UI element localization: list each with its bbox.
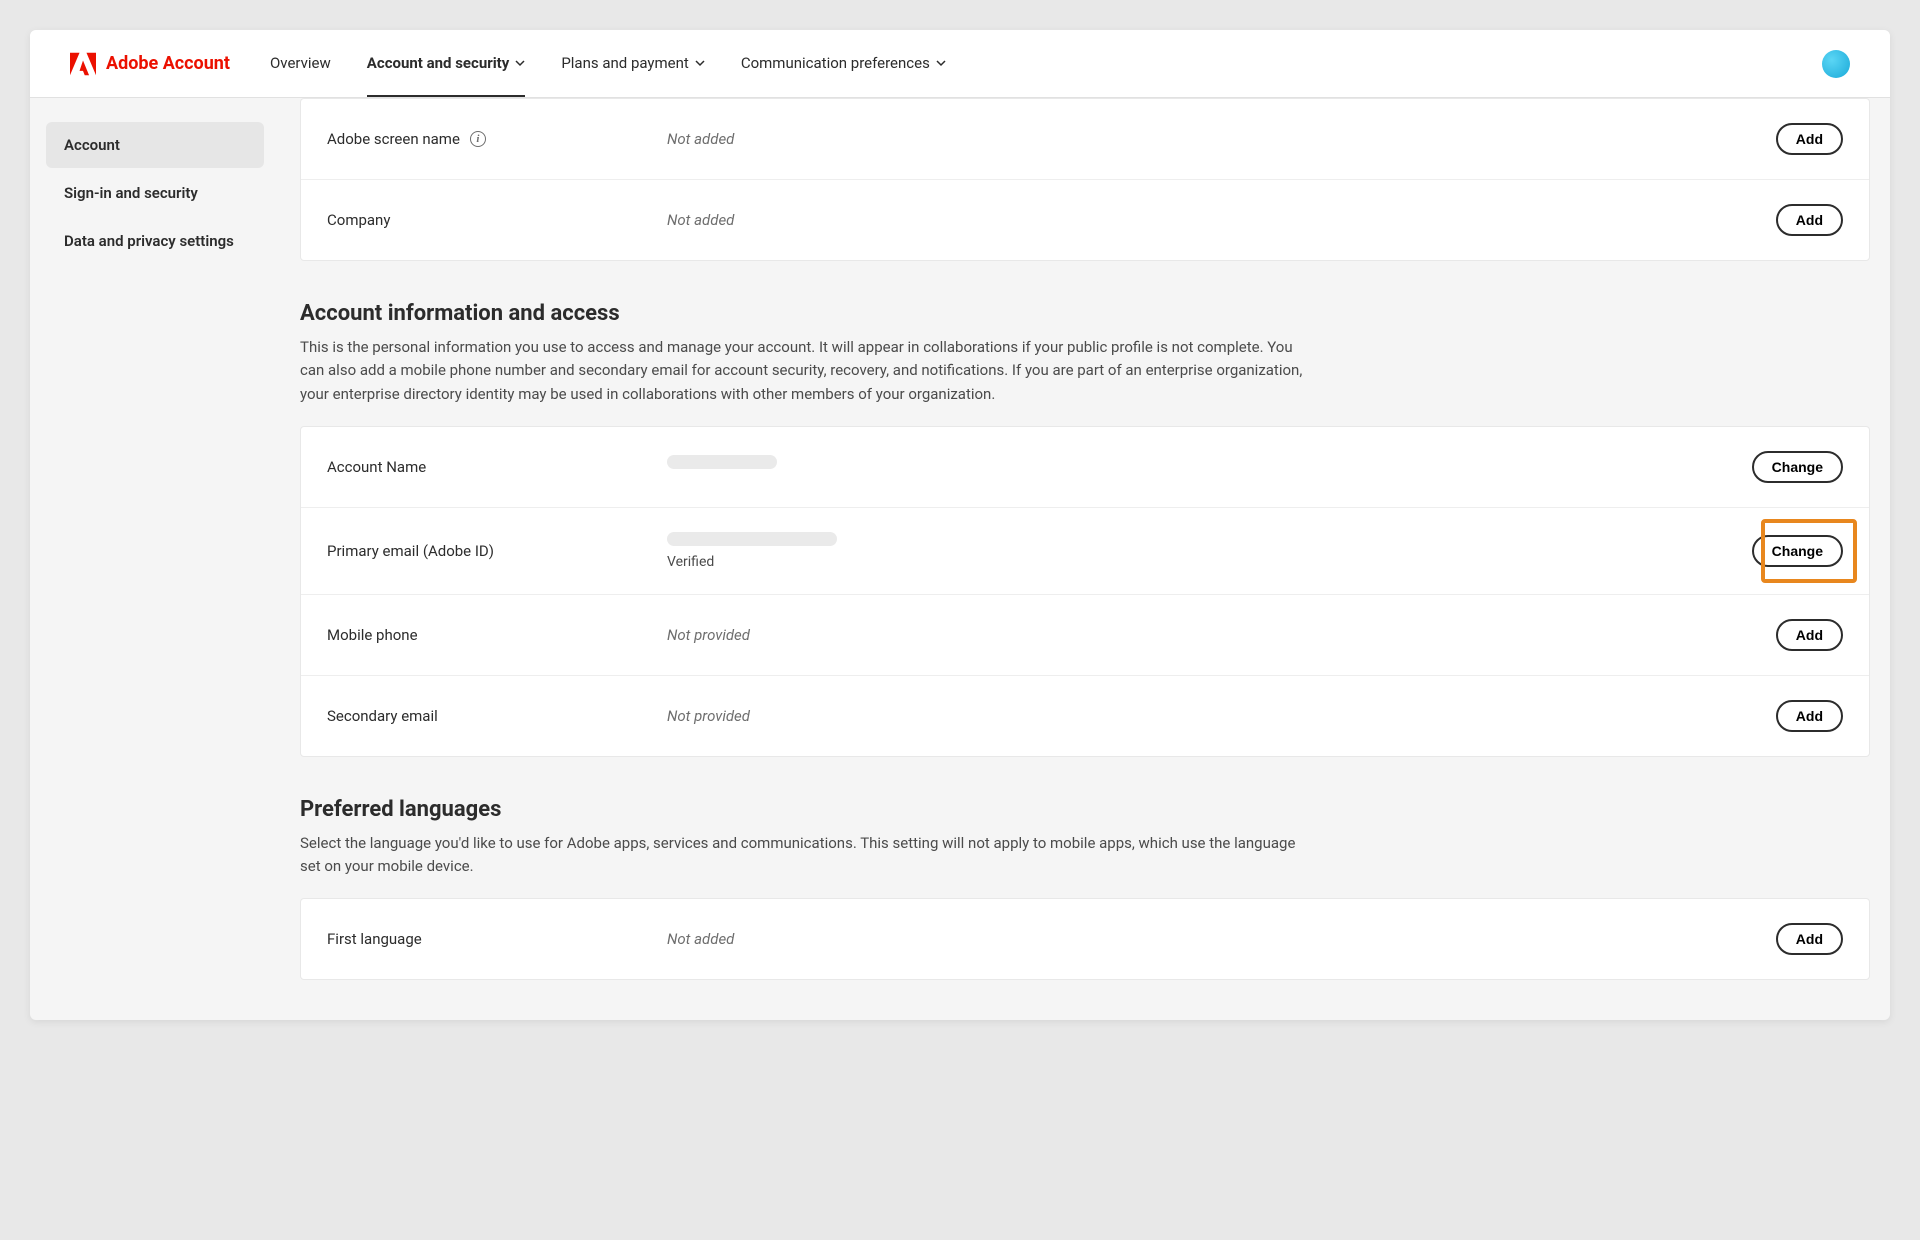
app-frame: Adobe Account Overview Account and secur… — [30, 30, 1890, 1020]
row-label: Primary email (Adobe ID) — [327, 542, 667, 560]
sidebar-item-label: Data and privacy settings — [64, 232, 234, 250]
row-label: Mobile phone — [327, 626, 667, 644]
row-label: Account Name — [327, 458, 667, 476]
row-account-name: Account Name Change — [301, 427, 1869, 508]
section-languages: Preferred languages Select the language … — [300, 797, 1870, 981]
account-info-card: Account Name Change Primary email (Adobe… — [300, 426, 1870, 757]
nav-overview[interactable]: Overview — [270, 30, 331, 97]
row-value — [667, 455, 1752, 479]
row-value: Not added — [667, 930, 1776, 948]
row-action: Change — [1752, 535, 1843, 567]
avatar[interactable] — [1822, 50, 1850, 78]
body: Account Sign-in and security Data and pr… — [30, 98, 1890, 1020]
row-company: Company Not added Add — [301, 180, 1869, 260]
label-text: Account Name — [327, 458, 426, 476]
adobe-logo-icon — [70, 52, 96, 76]
info-icon[interactable]: i — [470, 131, 486, 147]
sidebar-item-data-privacy[interactable]: Data and privacy settings — [46, 218, 264, 264]
sidebar: Account Sign-in and security Data and pr… — [30, 98, 280, 1020]
chevron-down-icon — [936, 58, 946, 68]
row-label: Secondary email — [327, 707, 667, 725]
main-content: Adobe screen name i Not added Add Compan… — [280, 98, 1890, 1020]
nav-plans-payment-label: Plans and payment — [561, 54, 689, 72]
redacted-value — [667, 532, 837, 546]
label-text: Secondary email — [327, 707, 438, 725]
row-action: Add — [1776, 923, 1843, 955]
section-title: Account information and access — [300, 301, 1870, 326]
sidebar-item-label: Sign-in and security — [64, 184, 198, 202]
nav-plans-payment[interactable]: Plans and payment — [561, 30, 705, 97]
row-mobile-phone: Mobile phone Not provided Add — [301, 595, 1869, 676]
section-account-info: Account information and access This is t… — [300, 301, 1870, 757]
add-button[interactable]: Add — [1776, 619, 1843, 651]
verified-status: Verified — [667, 554, 1752, 570]
topbar: Adobe Account Overview Account and secur… — [30, 30, 1890, 98]
nav-overview-label: Overview — [270, 54, 331, 72]
section-title: Preferred languages — [300, 797, 1870, 822]
value-text: Not added — [667, 930, 734, 948]
row-action: Add — [1776, 700, 1843, 732]
languages-card: First language Not added Add — [300, 898, 1870, 980]
section-description: Select the language you'd like to use fo… — [300, 832, 1310, 879]
top-nav: Overview Account and security Plans and … — [270, 30, 946, 97]
sidebar-item-signin-security[interactable]: Sign-in and security — [46, 170, 264, 216]
label-text: Adobe screen name — [327, 130, 460, 148]
label-text: Mobile phone — [327, 626, 418, 644]
add-button[interactable]: Add — [1776, 123, 1843, 155]
row-action: Add — [1776, 123, 1843, 155]
label-text: Company — [327, 211, 390, 229]
row-action: Change — [1752, 451, 1843, 483]
value-text: Not provided — [667, 626, 750, 644]
row-primary-email: Primary email (Adobe ID) Verified Change — [301, 508, 1869, 595]
row-label: First language — [327, 930, 667, 948]
row-value: Not added — [667, 130, 1776, 148]
nav-communication-label: Communication preferences — [741, 54, 930, 72]
nav-account-security-label: Account and security — [367, 54, 510, 72]
row-action: Add — [1776, 619, 1843, 651]
change-button[interactable]: Change — [1752, 451, 1843, 483]
brand[interactable]: Adobe Account — [70, 52, 230, 76]
row-first-language: First language Not added Add — [301, 899, 1869, 979]
sidebar-item-account[interactable]: Account — [46, 122, 264, 168]
redacted-value — [667, 455, 777, 469]
add-button[interactable]: Add — [1776, 700, 1843, 732]
chevron-down-icon — [695, 58, 705, 68]
nav-communication[interactable]: Communication preferences — [741, 30, 946, 97]
profile-card: Adobe screen name i Not added Add Compan… — [300, 98, 1870, 261]
value-text: Not added — [667, 130, 734, 148]
section-description: This is the personal information you use… — [300, 336, 1310, 406]
label-text: First language — [327, 930, 422, 948]
row-value: Not provided — [667, 626, 1776, 644]
row-value: Not provided — [667, 707, 1776, 725]
chevron-down-icon — [515, 58, 525, 68]
row-action: Add — [1776, 204, 1843, 236]
sidebar-item-label: Account — [64, 136, 120, 154]
add-button[interactable]: Add — [1776, 923, 1843, 955]
row-screen-name: Adobe screen name i Not added Add — [301, 99, 1869, 180]
add-button[interactable]: Add — [1776, 204, 1843, 236]
row-secondary-email: Secondary email Not provided Add — [301, 676, 1869, 756]
row-value: Verified — [667, 532, 1752, 570]
row-value: Not added — [667, 211, 1776, 229]
row-label: Adobe screen name i — [327, 130, 667, 148]
value-text: Not added — [667, 211, 734, 229]
value-text: Not provided — [667, 707, 750, 725]
nav-account-security[interactable]: Account and security — [367, 30, 526, 97]
brand-title: Adobe Account — [106, 53, 230, 74]
row-label: Company — [327, 211, 667, 229]
change-button[interactable]: Change — [1752, 535, 1843, 567]
label-text: Primary email (Adobe ID) — [327, 542, 494, 560]
